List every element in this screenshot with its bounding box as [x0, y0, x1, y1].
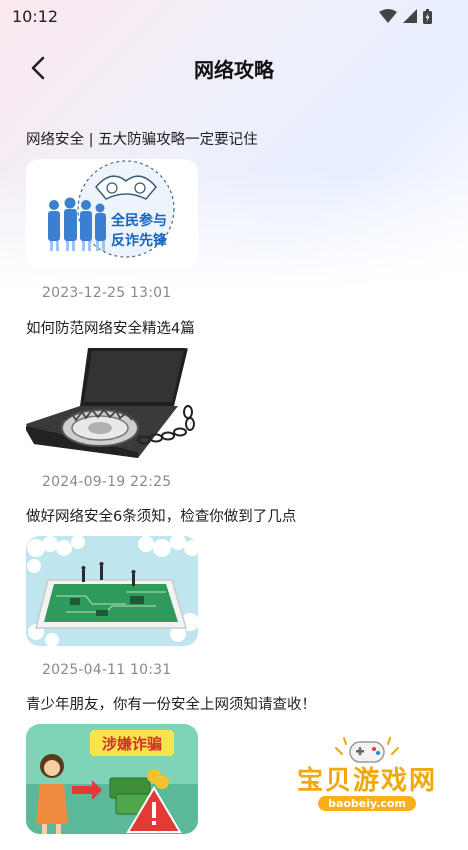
article-thumbnail[interactable] [26, 348, 198, 458]
article-item[interactable]: 网络安全 | 五大防骗攻略一定要记住 全民参与 反诈先锋 2023-12-25 … [26, 130, 446, 301]
site-watermark: 宝贝游戏网 baobeiy.com [292, 734, 442, 814]
status-time: 10:12 [12, 6, 59, 26]
article-title[interactable]: 如何防范网络安全精选4篇 [26, 319, 446, 339]
article-item[interactable]: 如何防范网络安全精选4篇 2024-09-19 22:25 [26, 319, 446, 490]
anti-fraud-illustration: 全民参与 反诈先锋 [26, 159, 198, 269]
fraud-warning-illustration: 涉嫌诈骗 [26, 724, 198, 834]
article-title[interactable]: 青少年朋友，你有一份安全上网须知请查收！ [26, 695, 446, 715]
laptop-trap-illustration [26, 348, 198, 458]
article-date: 2023-12-25 13:01 [42, 285, 172, 301]
article-title[interactable]: 网络安全 | 五大防骗攻略一定要记住 [26, 130, 446, 150]
status-bar: 10:12 [0, 0, 468, 32]
article-thumbnail[interactable]: 涉嫌诈骗 [26, 724, 198, 834]
article-item[interactable]: 做好网络安全6条须知，检查你做到了几点 2025-04-11 10:31 [26, 507, 446, 678]
header: 网络攻略 [0, 44, 468, 92]
article-date: 2025-04-11 10:31 [42, 662, 172, 678]
circuit-phone-illustration [26, 536, 198, 646]
article-title[interactable]: 做好网络安全6条须知，检查你做到了几点 [26, 507, 446, 527]
page-title: 网络攻略 [194, 58, 274, 82]
article-thumbnail[interactable] [26, 536, 198, 646]
article-thumbnail[interactable]: 全民参与 反诈先锋 [26, 159, 198, 269]
image-slogan-line1: 全民参与 [110, 212, 167, 229]
status-icons [379, 8, 432, 24]
image-slogan-line2: 反诈先锋 [111, 232, 168, 249]
battery-icon [423, 8, 432, 24]
signal-icon [403, 9, 417, 23]
watermark-name: 宝贝游戏网 [296, 766, 437, 796]
article-date: 2024-09-19 22:25 [42, 474, 172, 490]
watermark-url: baobeiy.com [318, 796, 416, 811]
wifi-icon [379, 9, 397, 23]
image-banner-text: 涉嫌诈骗 [102, 735, 162, 753]
